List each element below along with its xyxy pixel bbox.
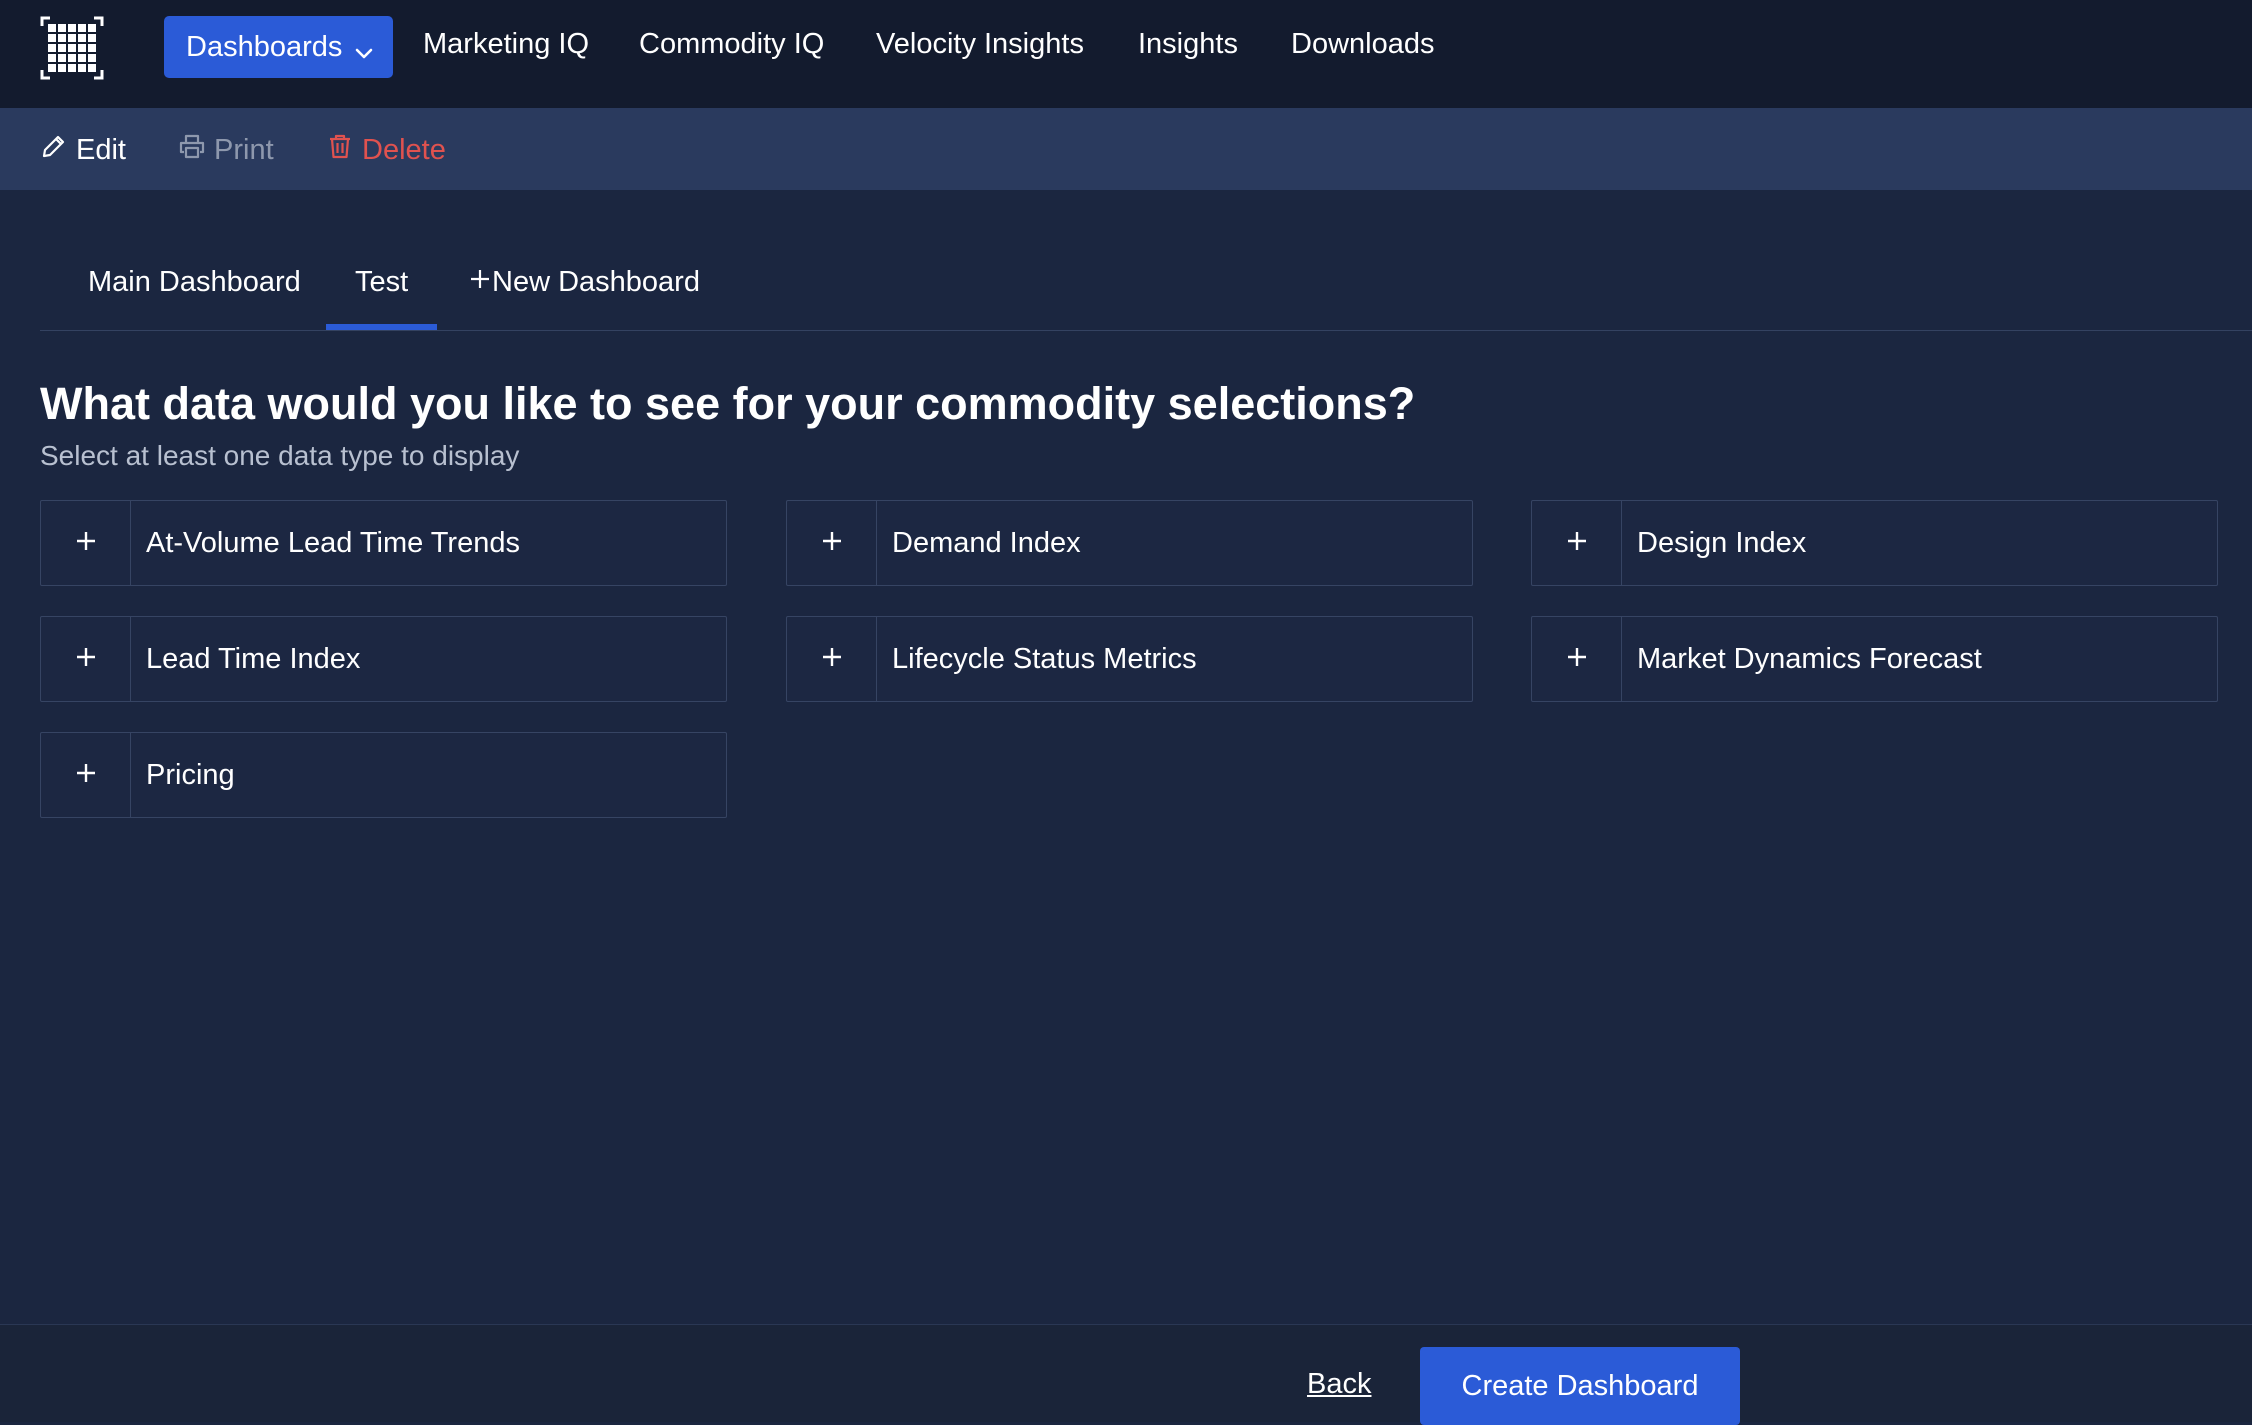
option-lead-time-index[interactable]: Lead Time Index: [40, 616, 727, 702]
plus-icon: [819, 644, 845, 675]
dashboard-tabs: Main Dashboard Test New Dashboard: [40, 248, 2252, 331]
plus-icon: [468, 266, 492, 299]
edit-button[interactable]: Edit: [40, 132, 126, 168]
option-lifecycle-status-metrics[interactable]: Lifecycle Status Metrics: [786, 616, 1473, 702]
option-label: Lead Time Index: [146, 643, 361, 675]
nav-commodity-iq[interactable]: Commodity IQ: [639, 28, 824, 61]
add-option-button[interactable]: [787, 501, 877, 585]
add-option-button[interactable]: [41, 501, 131, 585]
print-button[interactable]: Print: [178, 132, 274, 168]
option-pricing[interactable]: Pricing: [40, 732, 727, 818]
option-label: Market Dynamics Forecast: [1637, 643, 1982, 675]
pencil-icon: [40, 132, 76, 168]
trash-icon: [326, 132, 362, 168]
chevron-down-icon: [353, 38, 375, 59]
tab-new-dashboard[interactable]: New Dashboard: [468, 266, 700, 299]
add-option-button[interactable]: [1532, 617, 1622, 701]
add-option-button[interactable]: [787, 617, 877, 701]
footer-actions: Back Create Dashboard: [0, 1324, 2252, 1425]
grid-logo-icon[interactable]: [40, 16, 104, 80]
option-label: At-Volume Lead Time Trends: [146, 527, 520, 559]
tab-main-dashboard[interactable]: Main Dashboard: [88, 266, 301, 299]
nav-downloads[interactable]: Downloads: [1291, 28, 1434, 61]
page-title: What data would you like to see for your…: [40, 378, 1416, 429]
plus-icon: [1564, 644, 1590, 675]
option-design-index[interactable]: Design Index: [1531, 500, 2218, 586]
nav-velocity-insights[interactable]: Velocity Insights: [876, 28, 1084, 61]
add-option-button[interactable]: [41, 617, 131, 701]
plus-icon: [1564, 528, 1590, 559]
create-dashboard-label: Create Dashboard: [1461, 1369, 1699, 1402]
option-market-dynamics-forecast[interactable]: Market Dynamics Forecast: [1531, 616, 2218, 702]
plus-icon: [73, 760, 99, 791]
print-label: Print: [214, 133, 274, 166]
delete-button[interactable]: Delete: [326, 132, 446, 168]
active-tab-indicator: [326, 324, 437, 330]
add-option-button[interactable]: [41, 733, 131, 817]
plus-icon: [73, 644, 99, 675]
tab-test[interactable]: Test: [355, 266, 408, 299]
option-at-volume-lead-time-trends[interactable]: At-Volume Lead Time Trends: [40, 500, 727, 586]
nav-insights[interactable]: Insights: [1138, 28, 1238, 61]
new-dashboard-label: New Dashboard: [492, 266, 700, 298]
plus-icon: [819, 528, 845, 559]
option-label: Design Index: [1637, 527, 1807, 559]
option-label: Lifecycle Status Metrics: [892, 643, 1197, 675]
plus-icon: [73, 528, 99, 559]
add-option-button[interactable]: [1532, 501, 1622, 585]
option-label: Demand Index: [892, 527, 1081, 559]
dashboards-label: Dashboards: [186, 30, 343, 63]
nav-marketing-iq[interactable]: Marketing IQ: [423, 28, 589, 61]
back-link[interactable]: Back: [1307, 1368, 1371, 1401]
delete-label: Delete: [362, 133, 446, 166]
edit-label: Edit: [76, 133, 126, 166]
dashboards-dropdown-button[interactable]: Dashboards: [164, 16, 393, 78]
dashboard-toolbar: Edit Print Delete: [0, 108, 2252, 190]
top-navigation: Dashboards Marketing IQ Commodity IQ Vel…: [0, 0, 2252, 108]
create-dashboard-button[interactable]: Create Dashboard: [1420, 1347, 1740, 1425]
page-subtitle: Select at least one data type to display: [40, 440, 520, 471]
option-label: Pricing: [146, 759, 235, 791]
option-demand-index[interactable]: Demand Index: [786, 500, 1473, 586]
printer-icon: [178, 132, 214, 168]
